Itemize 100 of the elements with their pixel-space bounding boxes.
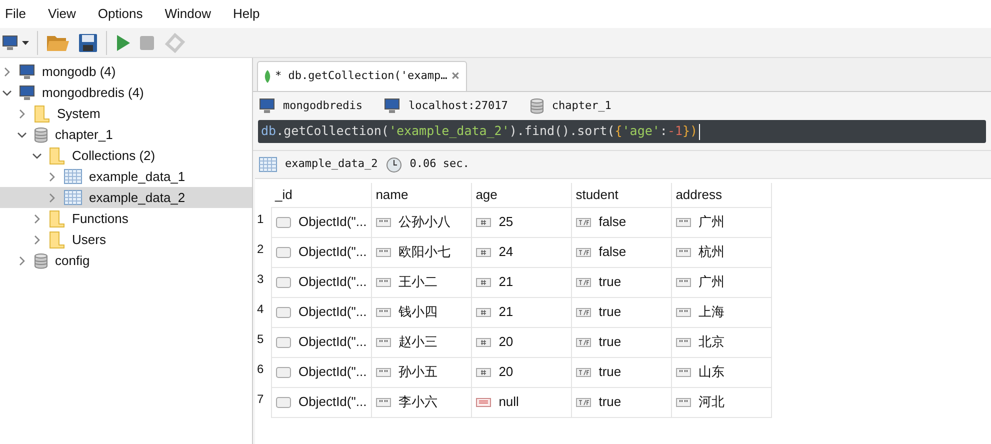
connect-button[interactable] (2, 34, 29, 50)
cell-value: false (598, 243, 626, 262)
document-type-icon (276, 396, 290, 408)
string-type-icon (376, 218, 391, 226)
chevron-right-icon[interactable] (17, 256, 27, 266)
tree-label: chapter_1 (55, 126, 113, 144)
chevron-right-icon[interactable] (17, 108, 27, 118)
server-icon (259, 98, 275, 114)
cell-value: ObjectId("... (298, 393, 367, 412)
boolean-type-icon (576, 218, 591, 226)
cell-value: 杭州 (698, 243, 725, 262)
code-token: ).find().sort( (509, 122, 615, 140)
cell-value: true (598, 273, 622, 292)
menu-item[interactable]: Options (98, 4, 143, 24)
string-type-icon (676, 368, 691, 376)
tree-item[interactable]: example_data_1 (0, 166, 252, 187)
code-token: .getCollection( (276, 122, 389, 140)
column-header[interactable]: _id (271, 183, 372, 207)
chevron-down-icon[interactable] (17, 130, 27, 140)
code-token: }) (682, 122, 698, 140)
row-number: 4 (257, 297, 271, 327)
run-icon[interactable] (115, 34, 131, 52)
number-type-icon (476, 218, 491, 226)
menu-item[interactable]: Help (232, 4, 260, 24)
column-header[interactable]: address (671, 183, 772, 207)
chevron-right-icon[interactable] (32, 234, 42, 244)
cell-value: 李小六 (398, 393, 438, 412)
save-icon[interactable] (78, 32, 98, 52)
tree-item[interactable]: chapter_1 (0, 124, 252, 145)
tree-item[interactable]: Collections (2) (0, 145, 252, 166)
row-number: 3 (257, 267, 271, 297)
number-type-icon (476, 278, 491, 286)
string-type-icon (376, 248, 391, 256)
tree-label: Collections (2) (72, 146, 156, 165)
tree-label: config (55, 252, 90, 270)
string-type-icon (676, 278, 691, 286)
column-header[interactable]: student (571, 183, 672, 207)
query-tab[interactable]: * db.getCollection('examp… × (257, 61, 467, 91)
cell-value: 21 (498, 303, 514, 322)
chevron-right-icon[interactable] (2, 66, 12, 76)
document-type-icon (276, 366, 290, 378)
menu-item[interactable]: View (48, 4, 76, 24)
cell-value: ObjectId("... (298, 273, 367, 292)
tree-label: mongodbredis (4) (42, 84, 144, 102)
chevron-down-icon[interactable] (32, 150, 42, 160)
column-header[interactable]: age (471, 183, 572, 207)
cell-value: 钱小四 (398, 303, 438, 322)
tree-item[interactable]: example_data_2 (0, 187, 252, 208)
cell-value: 20 (498, 333, 514, 352)
code-token: db (261, 122, 276, 140)
chevron-right-icon[interactable] (32, 214, 42, 224)
chevron-right-icon[interactable] (47, 192, 57, 202)
menu-item[interactable]: File (5, 4, 26, 24)
cell-value: ObjectId("... (298, 333, 367, 352)
cell-value: 北京 (698, 333, 725, 352)
row-number: 7 (257, 387, 271, 417)
cell-value: true (598, 363, 622, 382)
query-editor[interactable]: db.getCollection('example_data_2').find().sort({'age':-1}) (258, 120, 986, 143)
column-header[interactable]: name (371, 183, 472, 207)
tree-item[interactable]: Users (0, 229, 252, 250)
cell-value: null (498, 393, 519, 412)
caret-icon (22, 40, 29, 44)
cell-value: 广州 (698, 213, 725, 232)
tree-item[interactable]: Functions (0, 208, 252, 229)
cell-value: ObjectId("... (298, 363, 367, 382)
cell-value: 王小二 (398, 273, 438, 292)
chevron-right-icon[interactable] (47, 172, 57, 182)
boolean-type-icon (576, 368, 591, 376)
tree-item[interactable]: System (0, 103, 252, 124)
tree-item[interactable]: mongodbredis (4) (0, 82, 252, 103)
cell-value: 上海 (698, 303, 725, 322)
number-type-icon (476, 338, 491, 346)
cell-value: ObjectId("... (298, 213, 367, 232)
database-icon (530, 98, 544, 114)
tree-label: example_data_1 (89, 168, 186, 186)
document-type-icon (276, 246, 290, 258)
computer-icon (19, 64, 35, 80)
tree-item[interactable]: config (0, 250, 252, 271)
cell-value: 河北 (698, 393, 725, 412)
menu-item[interactable]: Window (164, 4, 211, 24)
tab-title: * db.getCollection('examp… (275, 68, 448, 84)
number-type-icon (476, 308, 491, 316)
code-token: 'example_data_2' (388, 122, 510, 140)
stop-icon[interactable] (139, 34, 155, 50)
cell-value: 赵小三 (398, 333, 438, 352)
code-token: 'age' (622, 122, 660, 140)
string-type-icon (676, 218, 691, 226)
chevron-down-icon[interactable] (2, 88, 12, 98)
row-number: 1 (257, 207, 271, 237)
cell-value: ObjectId("... (298, 243, 367, 262)
row-number: 5 (257, 327, 271, 357)
tree-label: Users (72, 230, 106, 249)
string-type-icon (376, 368, 391, 376)
code-token: -1 (667, 122, 682, 140)
number-type-icon (476, 248, 491, 256)
tree-item[interactable]: mongodb (4) (0, 61, 252, 82)
boolean-type-icon (576, 278, 591, 286)
close-button[interactable]: × (451, 66, 460, 87)
boolean-type-icon (576, 248, 591, 256)
number-type-icon (476, 368, 491, 376)
